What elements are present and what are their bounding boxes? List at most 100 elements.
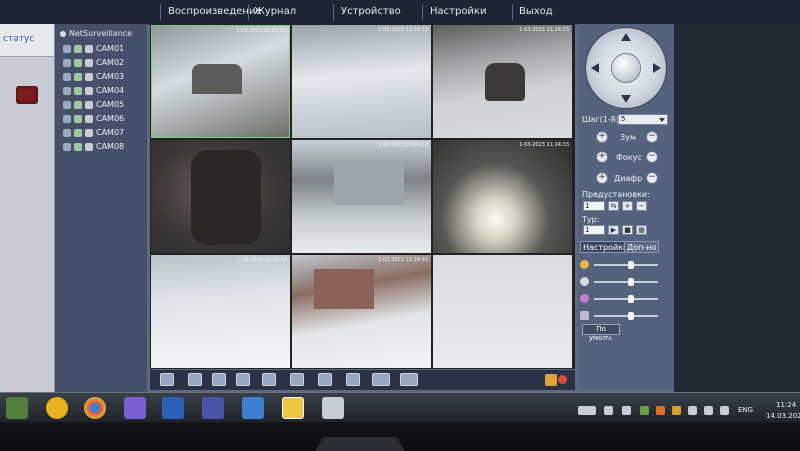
snapshot-button[interactable]: [318, 373, 332, 386]
record-all-button[interactable]: [290, 373, 304, 386]
ptz-right-icon[interactable]: [653, 63, 661, 73]
step-select[interactable]: 5: [618, 114, 668, 125]
focus-out-button[interactable]: −: [646, 151, 658, 163]
slider-knob[interactable]: [628, 312, 634, 320]
play-icon: [85, 86, 93, 95]
nvr-client-icon[interactable]: [322, 397, 344, 419]
tree-item-cam02[interactable]: CAM02: [63, 58, 124, 70]
keyboard-icon[interactable]: [578, 406, 596, 415]
menu-settings[interactable]: Настройки: [430, 6, 486, 17]
record-icon: [74, 142, 82, 151]
dropbox-icon[interactable]: [622, 406, 631, 415]
video-tile-8[interactable]: 1-03-2023 11:24:33: [292, 255, 431, 368]
ptz-down-icon[interactable]: [621, 95, 631, 103]
record-icon: [74, 128, 82, 137]
video-tile-5[interactable]: 1-03-2023 11:24:33: [292, 140, 431, 253]
flag-icon[interactable]: [688, 406, 697, 415]
color-settings-button[interactable]: [346, 373, 360, 386]
chrome-icon[interactable]: [84, 397, 106, 419]
zoom-out-button[interactable]: −: [646, 131, 658, 143]
ie-icon[interactable]: [282, 397, 304, 419]
tour-label: Тур:: [582, 215, 600, 224]
preset-delete-button[interactable]: −: [636, 201, 647, 211]
ptz-center-button[interactable]: [612, 54, 640, 82]
saturation-slider[interactable]: [594, 295, 658, 303]
mute-icon[interactable]: [558, 375, 567, 384]
contrast-slider[interactable]: [594, 278, 658, 286]
ptz-panel: Шаг(1-8): 5 + Зум − + Фокус − + Диафр − …: [578, 24, 674, 390]
hue-slider[interactable]: [594, 312, 658, 320]
tour-input[interactable]: 1: [583, 225, 605, 235]
tab-extra[interactable]: Доп-но: [624, 241, 660, 253]
status-column: статус: [0, 24, 55, 392]
antivirus-icon[interactable]: [656, 406, 665, 415]
brightness-slider[interactable]: [594, 261, 658, 269]
video-tile-7[interactable]: 1-03-2023 11:24:33: [151, 255, 290, 368]
tour-stop-button[interactable]: ■: [622, 225, 633, 235]
iris-close-button[interactable]: −: [646, 172, 658, 184]
video-tile-2[interactable]: 1-03-2023 11:24:33: [292, 25, 431, 138]
tree-item-cam01[interactable]: CAM01: [63, 44, 124, 56]
video-tile-3[interactable]: 1-03-2023 11:24:33: [433, 25, 572, 138]
clock-time[interactable]: 11:24: [776, 401, 796, 409]
layout-9-button[interactable]: [236, 373, 250, 386]
menu-log[interactable]: Журнал: [254, 6, 296, 17]
tree-item-cam08[interactable]: CAM08: [63, 142, 124, 154]
tour-play-button[interactable]: ▶: [608, 225, 619, 235]
volume-icon[interactable]: [545, 374, 557, 386]
tree-root-netsurveillance[interactable]: NetSurveillance: [60, 29, 132, 38]
bluetooth-icon[interactable]: [604, 406, 613, 415]
tour-grid-button[interactable]: ▦: [636, 225, 647, 235]
iris-open-button[interactable]: +: [596, 172, 608, 184]
record-icon: [74, 58, 82, 67]
fullscreen-button[interactable]: [160, 373, 174, 386]
tree-item-cam04[interactable]: CAM04: [63, 86, 124, 98]
floppy-icon[interactable]: [202, 397, 224, 419]
word-icon[interactable]: [162, 397, 184, 419]
layout-4-button[interactable]: [212, 373, 226, 386]
camera-label: CAM01: [96, 44, 125, 53]
status-tab-label: статус: [3, 34, 35, 44]
snipping-tool-icon[interactable]: [124, 397, 146, 419]
next-page-button[interactable]: [400, 373, 418, 386]
menu-exit[interactable]: Выход: [519, 6, 553, 17]
focus-in-button[interactable]: +: [596, 151, 608, 163]
ptz-left-icon[interactable]: [591, 63, 599, 73]
battery-icon[interactable]: [640, 406, 649, 415]
zoom-in-button[interactable]: +: [596, 131, 608, 143]
network-icon[interactable]: [704, 406, 713, 415]
default-button[interactable]: По умолч.: [582, 324, 620, 342]
warning-icon[interactable]: [672, 406, 681, 415]
camera-icon: [63, 72, 71, 81]
video-tile-1[interactable]: 1-03-2023 11:24:33: [151, 25, 290, 138]
previous-page-button[interactable]: [372, 373, 390, 386]
slider-knob[interactable]: [628, 295, 634, 303]
speaker-icon[interactable]: [720, 406, 729, 415]
app-icon-blue[interactable]: [242, 397, 264, 419]
menu-device[interactable]: Устройство: [341, 6, 401, 17]
settings-tabs: Настройки Доп-но: [578, 241, 674, 253]
ptz-joystick[interactable]: [586, 28, 666, 108]
app-icon-yellow[interactable]: [46, 397, 68, 419]
preset-goto-button[interactable]: ⇆: [608, 201, 619, 211]
video-tile-4[interactable]: [151, 140, 290, 253]
language-indicator[interactable]: ENG: [738, 406, 753, 414]
tree-item-cam03[interactable]: CAM03: [63, 72, 124, 84]
tree-item-cam07[interactable]: CAM07: [63, 128, 124, 140]
main-menu-bar: Воспроизведение Журнал Устройство Настро…: [0, 0, 800, 25]
video-tile-9[interactable]: [433, 255, 572, 368]
status-tab[interactable]: статус: [0, 24, 54, 57]
slider-knob[interactable]: [628, 261, 634, 269]
tree-item-cam05[interactable]: CAM05: [63, 100, 124, 112]
start-icon[interactable]: [6, 397, 28, 419]
video-tile-6[interactable]: 1-03-2023 11:24:33: [433, 140, 572, 253]
clock-date[interactable]: 14.03.202: [766, 412, 800, 420]
slider-knob[interactable]: [628, 278, 634, 286]
preset-input[interactable]: 1: [583, 201, 605, 211]
ptz-up-icon[interactable]: [621, 33, 631, 41]
layout-1-button[interactable]: [188, 373, 202, 386]
tree-item-cam06[interactable]: CAM06: [63, 114, 124, 126]
monitor-logo: [315, 437, 405, 451]
layout-16-button[interactable]: [262, 373, 276, 386]
preset-add-button[interactable]: +: [622, 201, 633, 211]
